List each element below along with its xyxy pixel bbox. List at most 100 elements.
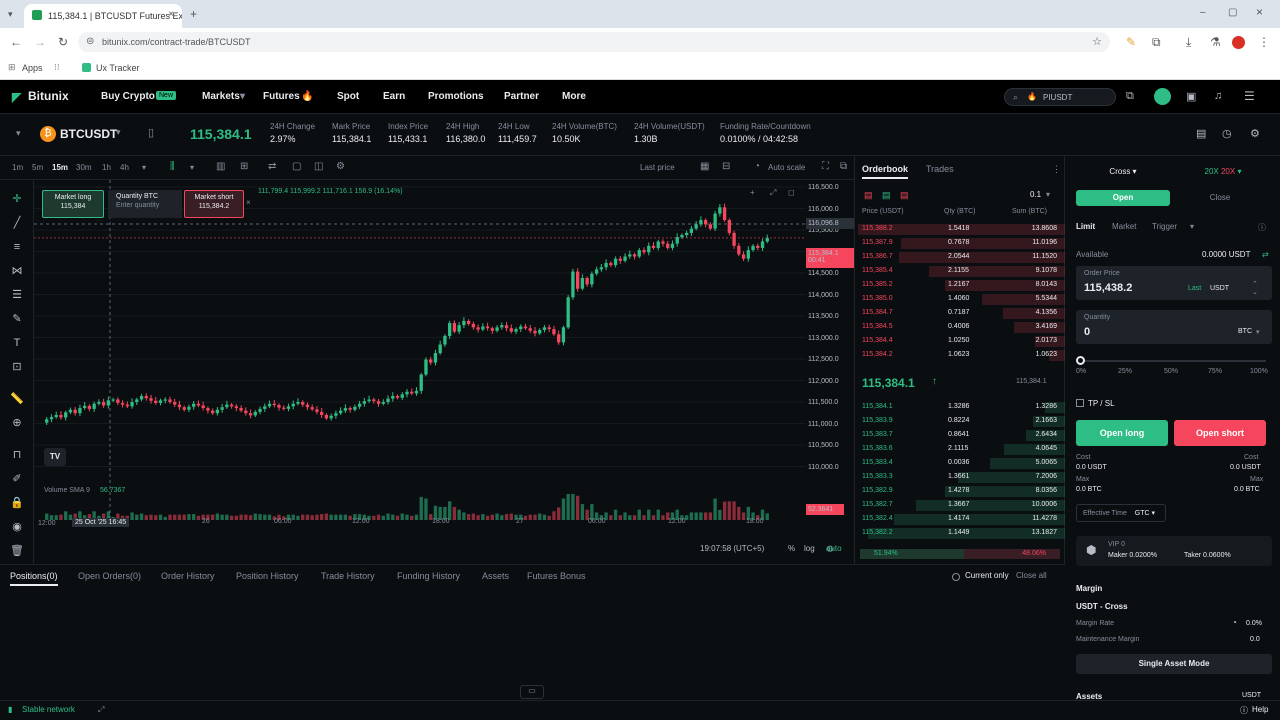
log-toggle[interactable]: log <box>804 544 815 553</box>
orderbook-more-icon[interactable]: ⋮ <box>1052 164 1061 175</box>
asks-view-icon[interactable]: ▤ <box>900 190 909 201</box>
tf-30m[interactable]: 30m <box>76 163 92 172</box>
time-axis[interactable]: 12:00 <box>34 520 806 564</box>
fullscreen-icon[interactable]: ⛶ <box>822 161 829 172</box>
zoom-minus-icon[interactable]: ◻ <box>788 188 795 197</box>
orderbook-row[interactable]: 115,384.4 1.0250 2.0173 <box>856 336 1065 347</box>
slider-mark[interactable]: 0% <box>1076 368 1086 375</box>
order-type-trigger[interactable]: Trigger <box>1152 222 1177 231</box>
orderbook-row[interactable]: 115,382.2 1.1449 13.1827 <box>856 528 1065 539</box>
close-tab[interactable]: Close <box>1172 190 1268 206</box>
symbol-dropdown-icon[interactable]: ▾ <box>116 127 121 138</box>
effective-time-select[interactable]: Effective Time GTC ▾ <box>1076 504 1166 522</box>
minimize-icon[interactable]: – <box>1200 6 1206 20</box>
indicator-icon[interactable]: ⫼ <box>170 161 175 172</box>
slider-mark[interactable]: 75% <box>1208 368 1222 375</box>
price-axis[interactable]: 116,500.0116,000.0115,500.0115,000.0114,… <box>806 180 854 554</box>
auto-scale-icon[interactable]: ◔ <box>754 161 760 172</box>
forward-icon[interactable]: → <box>34 35 46 49</box>
ticker-scroll-icon[interactable]: ⤢ <box>98 705 104 715</box>
tf-15m[interactable]: 15m <box>52 163 68 172</box>
draw-mode-icon[interactable]: ✐ <box>10 472 24 486</box>
search-input[interactable]: ⌕ 🔥 PIUSDT <box>1004 88 1116 106</box>
orderbook-row[interactable]: 115,388.2 1.5418 13.8608 <box>856 224 1065 235</box>
visibility-tool-icon[interactable]: ◉ <box>10 520 24 534</box>
quantity-slider-handle[interactable] <box>1076 356 1085 365</box>
site-info-icon[interactable]: ⊜ <box>86 36 94 47</box>
orderbook-row[interactable]: 115,382.7 1.3667 10.0006 <box>856 500 1065 511</box>
percent-toggle[interactable]: % <box>788 544 795 553</box>
order-type-limit[interactable]: Limit <box>1076 222 1095 231</box>
open-tab[interactable]: Open <box>1076 190 1170 206</box>
nav-more[interactable]: More <box>562 91 586 102</box>
template-icon[interactable]: ▢ <box>292 161 301 172</box>
tab-trade-history[interactable]: Trade History <box>321 571 375 581</box>
order-price-input[interactable]: Order Price 115,438.2 Last USDT ⌃ ⌄ <box>1076 266 1272 300</box>
last-price-toggle[interactable]: Last price <box>640 163 675 172</box>
zoom-reset-icon[interactable]: ⤢ <box>770 188 776 198</box>
hamburger-menu-icon[interactable]: ☰ <box>1244 89 1255 103</box>
copy-icon[interactable]: ⧉ <box>1126 90 1134 103</box>
quantity-slider-track[interactable] <box>1080 360 1266 362</box>
nav-buy-crypto[interactable]: Buy Crypto <box>101 91 155 102</box>
lock-tool-icon[interactable]: 🔒 <box>10 496 24 510</box>
table-icon[interactable]: ▦ <box>700 161 709 172</box>
tab-order-history[interactable]: Order History <box>161 571 215 581</box>
tab-funding-history[interactable]: Funding History <box>397 571 460 581</box>
single-asset-mode-button[interactable]: Single Asset Mode <box>1076 654 1272 674</box>
lab-icon[interactable]: ⚗ <box>1210 35 1221 49</box>
back-icon[interactable]: ← <box>10 35 22 49</box>
slider-mark[interactable]: 50% <box>1164 368 1178 375</box>
auto-toggle[interactable]: auto <box>826 544 842 553</box>
extensions-icon[interactable]: ⧉ <box>1152 35 1161 49</box>
orderbook-row[interactable]: 115,383.9 0.8224 2.1663 <box>856 416 1065 427</box>
compare-icon[interactable]: ⇄ <box>268 161 276 172</box>
crosshair-tool-icon[interactable]: ✛ <box>10 192 24 206</box>
profile-avatar[interactable] <box>1232 36 1245 49</box>
both-sides-view-icon[interactable]: ▤ <box>864 190 873 201</box>
quantity-field[interactable]: Quantity 0 BTC ▾ <box>1076 310 1272 344</box>
open-long-button[interactable]: Open long <box>1076 420 1168 446</box>
pattern-tool-icon[interactable]: ⊡ <box>10 360 24 374</box>
leverage-select[interactable]: 20X 20X ▾ <box>1176 164 1270 180</box>
reward-icon[interactable]: ◷ <box>1222 127 1232 140</box>
brush-tool-icon[interactable]: ✎ <box>10 312 24 326</box>
candle-plot[interactable]: Market long 115,384 Quantity BTC Enter q… <box>34 180 806 548</box>
tf-1h[interactable]: 1h <box>102 163 111 172</box>
close-window-icon[interactable]: × <box>1256 5 1263 19</box>
screenshot-icon[interactable]: ◫ <box>314 161 323 172</box>
layout-icon[interactable]: ⊞ <box>240 161 248 172</box>
nav-earn[interactable]: Earn <box>383 91 405 102</box>
bookmark-apps[interactable]: Apps <box>22 63 43 73</box>
zoom-plus-icon[interactable]: + <box>750 188 755 197</box>
tab-list-icon[interactable]: ▾ <box>8 7 13 21</box>
zoom-tool-icon[interactable]: ⊕ <box>10 416 24 430</box>
tab-futures-bonus[interactable]: Futures Bonus <box>527 571 586 581</box>
help-icon[interactable]: ⓘ <box>1240 705 1248 716</box>
tf-1m[interactable]: 1m <box>12 163 23 172</box>
horizontal-line-tool-icon[interactable]: ≡ <box>10 240 24 254</box>
orderbook-row[interactable]: 115,384.5 0.4006 3.4169 <box>856 322 1065 333</box>
settings-icon[interactable]: ⚙ <box>1250 127 1260 140</box>
orderbook-row[interactable]: 115,384.2 1.0623 1.0623 <box>856 350 1065 361</box>
quantity-input[interactable]: Quantity BTC Enter quantity <box>108 190 182 218</box>
bookmark-ux-tracker[interactable]: Ux Tracker <box>96 63 140 73</box>
current-only-radio[interactable] <box>952 573 960 581</box>
orderbook-row[interactable]: 115,385.0 1.4060 5.5344 <box>856 294 1065 305</box>
orderbook-row[interactable]: 115,383.3 1.3661 7.2006 <box>856 472 1065 483</box>
indicator-dropdown-icon[interactable]: ▾ <box>190 163 194 172</box>
grid-icon[interactable]: ⁝⁝ <box>54 62 60 73</box>
new-tab-icon[interactable]: + <box>190 7 197 21</box>
orderbook-row[interactable]: 115,382.4 1.4174 11.4278 <box>856 514 1065 525</box>
magnet-tool-icon[interactable]: ⊓ <box>10 448 24 462</box>
orderbook-row[interactable]: 115,385.2 1.2167 8.0143 <box>856 280 1065 291</box>
close-widget-icon[interactable]: × <box>246 198 251 207</box>
precision-select[interactable]: 0.1 <box>1030 190 1041 199</box>
quantity-unit-select[interactable]: BTC <box>1238 328 1252 335</box>
orderbook-row[interactable]: 115,386.7 2.0544 11.1520 <box>856 252 1065 263</box>
tpsl-checkbox[interactable] <box>1076 399 1084 407</box>
orderbook-row[interactable]: 115,383.4 0.0036 5.0065 <box>856 458 1065 469</box>
market-short-button[interactable]: Market short 115,384.2 <box>184 190 244 218</box>
ruler-tool-icon[interactable]: 📏 <box>10 392 24 406</box>
text-tool-icon[interactable]: T <box>10 336 24 350</box>
